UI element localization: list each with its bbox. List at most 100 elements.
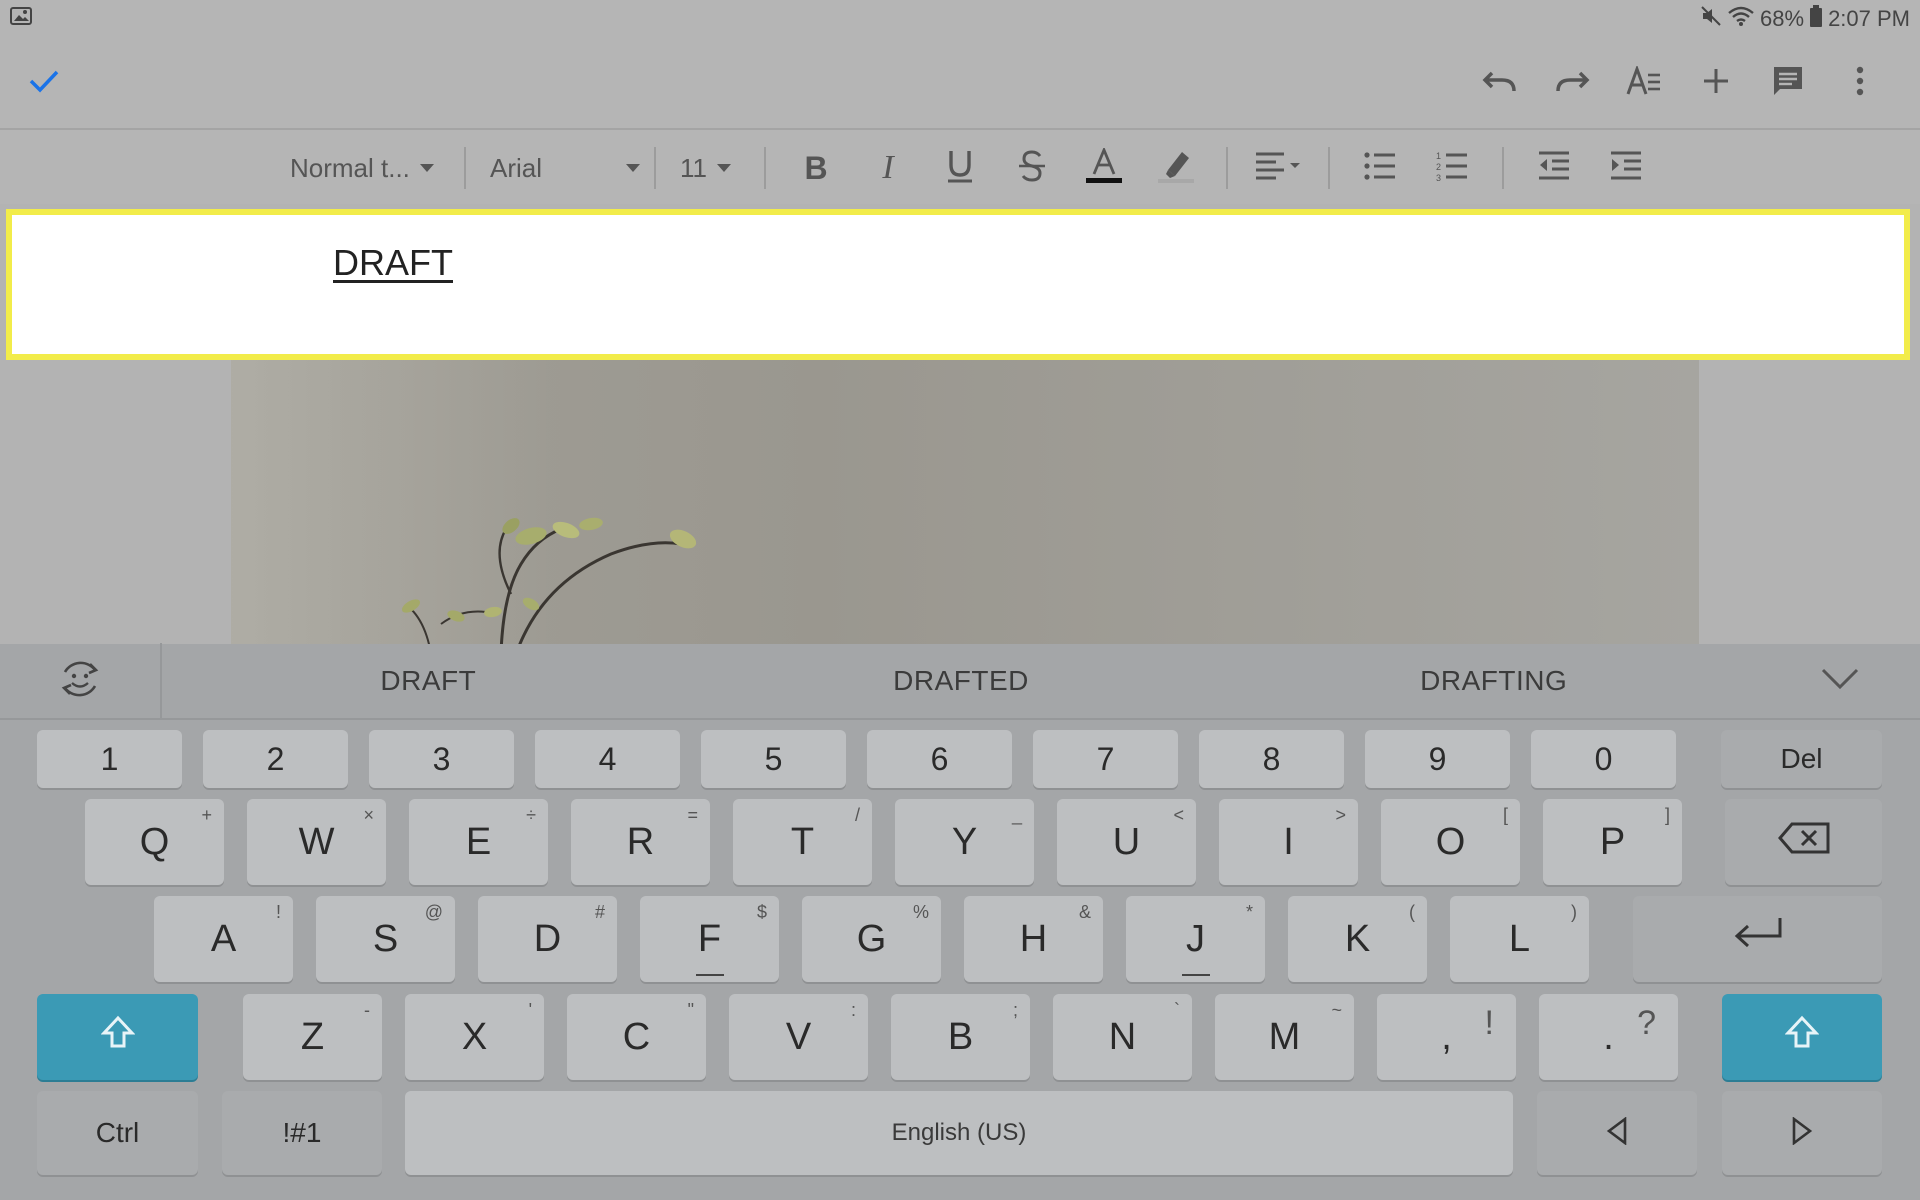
key-u-alt-label: <	[1173, 805, 1184, 825]
shift-key-right[interactable]	[1722, 994, 1882, 1080]
key-g[interactable]: G%	[802, 896, 941, 982]
more-options-button[interactable]	[1824, 47, 1896, 119]
wifi-icon	[1728, 5, 1754, 33]
key-i-label: I	[1283, 820, 1294, 863]
key-e-label: E	[465, 820, 492, 863]
key-0[interactable]: 0	[1531, 730, 1676, 788]
key-period[interactable]: .?	[1539, 994, 1678, 1080]
key-4[interactable]: 4	[535, 730, 680, 788]
document-text[interactable]: DRAFT	[333, 242, 453, 284]
ctrl-key[interactable]: Ctrl	[37, 1091, 198, 1175]
increase-indent-button[interactable]	[1590, 138, 1662, 198]
emoji-button[interactable]	[0, 643, 162, 719]
italic-button[interactable]: I	[852, 138, 924, 198]
key-k[interactable]: K(	[1288, 896, 1427, 982]
key-u[interactable]: U <	[1057, 799, 1196, 885]
key-e[interactable]: E ÷	[409, 799, 548, 885]
key-f-label: F	[697, 917, 722, 960]
key-a-label: A	[210, 917, 237, 960]
key-b[interactable]: B;	[891, 994, 1030, 1080]
font-dropdown[interactable]: Arial	[480, 144, 640, 192]
bullet-list-button[interactable]	[1344, 138, 1416, 198]
bold-button[interactable]: B	[780, 138, 852, 198]
redo-button[interactable]	[1536, 47, 1608, 119]
key-r-label: R	[626, 820, 655, 863]
underline-button[interactable]	[924, 138, 996, 198]
key-o[interactable]: O[	[1381, 799, 1520, 885]
key-d[interactable]: D #	[478, 896, 617, 982]
key-c[interactable]: C "	[567, 994, 706, 1080]
key-h-alt-label: &	[1078, 902, 1091, 922]
key-x[interactable]: X '	[405, 994, 544, 1080]
key-v[interactable]: V:	[729, 994, 868, 1080]
key-y[interactable]: Y _	[895, 799, 1034, 885]
italic-icon: I	[882, 149, 894, 186]
collapse-suggestions-button[interactable]	[1760, 643, 1920, 719]
text-format-button[interactable]	[1608, 47, 1680, 119]
key-j[interactable]: J *	[1126, 896, 1265, 982]
key-9[interactable]: 9	[1365, 730, 1510, 788]
key-n[interactable]: N `	[1053, 994, 1192, 1080]
key-period-label: .	[1603, 1015, 1614, 1058]
backspace-key[interactable]	[1725, 799, 1882, 885]
cursor-right-key[interactable]	[1722, 1091, 1882, 1175]
key-a[interactable]: A!	[154, 896, 293, 982]
shift-key-left[interactable]	[37, 994, 198, 1080]
key-5[interactable]: 5	[701, 730, 846, 788]
done-button[interactable]	[24, 47, 64, 119]
underline-icon	[946, 149, 974, 188]
text-color-button[interactable]	[1068, 138, 1140, 198]
key-t[interactable]: T /	[733, 799, 872, 885]
key-z[interactable]: Z-	[243, 994, 382, 1080]
delete-key[interactable]: Del	[1721, 730, 1882, 788]
key-1[interactable]: 1	[37, 730, 182, 788]
highlighted-paragraph[interactable]	[6, 209, 1910, 360]
key-r[interactable]: R =	[571, 799, 710, 885]
undo-button[interactable]	[1464, 47, 1536, 119]
svg-text:1: 1	[1436, 151, 1441, 161]
align-button[interactable]	[1242, 138, 1314, 198]
suggestion-3[interactable]: DRAFTING	[1227, 665, 1760, 697]
key-i[interactable]: I >	[1219, 799, 1358, 885]
symbols-key[interactable]: !#1	[222, 1091, 382, 1175]
key-8[interactable]: 8	[1199, 730, 1344, 788]
document-image[interactable]	[231, 354, 1699, 644]
key-s[interactable]: S @	[316, 896, 455, 982]
key-n-alt-label: `	[1174, 1000, 1180, 1020]
suggestion-2[interactable]: DRAFTED	[695, 665, 1228, 697]
insert-button[interactable]	[1680, 47, 1752, 119]
strikethrough-button[interactable]	[996, 138, 1068, 198]
document-canvas[interactable]: DRAFT	[0, 204, 1920, 644]
key-p-alt-label: ]	[1664, 805, 1670, 825]
align-icon	[1254, 151, 1302, 186]
key-e-alt-label: ÷	[526, 805, 536, 825]
key-6[interactable]: 6	[867, 730, 1012, 788]
suggestion-1[interactable]: DRAFT	[162, 665, 695, 697]
enter-key[interactable]	[1633, 896, 1882, 982]
key-h[interactable]: H &	[964, 896, 1103, 982]
key-7[interactable]: 7	[1033, 730, 1178, 788]
key-q-alt-label: +	[201, 805, 212, 825]
key-comma[interactable]: ,!	[1377, 994, 1516, 1080]
key-l-alt-label: )	[1571, 902, 1577, 922]
key-2[interactable]: 2	[203, 730, 348, 788]
home-row-marker	[1181, 974, 1210, 976]
key-f[interactable]: F $	[640, 896, 779, 982]
key-l[interactable]: L)	[1450, 896, 1589, 982]
paragraph-style-dropdown[interactable]: Normal t...	[290, 144, 450, 192]
key-w[interactable]: W ×	[247, 799, 386, 885]
font-size-dropdown[interactable]: 11	[670, 144, 750, 192]
key-q[interactable]: Q +	[85, 799, 224, 885]
space-key[interactable]: English (US)	[405, 1091, 1513, 1175]
highlight-button[interactable]	[1140, 138, 1212, 198]
decrease-indent-button[interactable]	[1518, 138, 1590, 198]
key-comma-alt-label: !	[1484, 1004, 1494, 1042]
key-z-label: Z	[300, 1015, 325, 1058]
key-m[interactable]: M ~	[1215, 994, 1354, 1080]
numbered-list-button[interactable]: 123	[1416, 138, 1488, 198]
comment-button[interactable]	[1752, 47, 1824, 119]
highlight-icon	[1158, 148, 1194, 189]
key-3[interactable]: 3	[369, 730, 514, 788]
key-p[interactable]: P]	[1543, 799, 1682, 885]
cursor-left-key[interactable]	[1537, 1091, 1697, 1175]
